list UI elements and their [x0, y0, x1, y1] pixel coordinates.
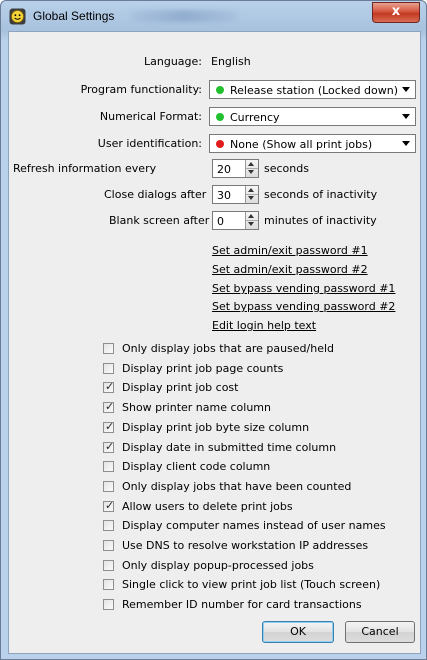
user-identification-select[interactable]: None (Show all print jobs) — [209, 134, 416, 153]
checkbox-label: Show printer name column — [122, 401, 271, 414]
checkbox[interactable]: ✓ — [103, 380, 115, 393]
set-bypass-password-1-link[interactable]: Set bypass vending password #1 — [212, 282, 395, 295]
numerical-format-value: Currency — [230, 111, 280, 124]
checkbox-label: Display date in submitted time column — [122, 441, 337, 454]
checkmark-icon: ✓ — [105, 400, 115, 413]
close-button[interactable]: x — [372, 2, 420, 23]
spinner-buttons[interactable] — [245, 212, 258, 229]
cancel-button[interactable]: Cancel — [345, 621, 415, 643]
chevron-down-icon — [402, 141, 410, 146]
refresh-unit: seconds — [264, 162, 309, 175]
close-dialogs-value: 30 — [217, 189, 231, 202]
spinner-buttons[interactable] — [245, 160, 258, 177]
language-row: Language: English — [9, 51, 420, 71]
program-functionality-label: Program functionality: — [80, 83, 202, 96]
user-identification-value: None (Show all print jobs) — [230, 138, 373, 151]
checkbox[interactable]: ✓ — [103, 420, 115, 433]
set-admin-password-1-link[interactable]: Set admin/exit password #1 — [212, 244, 368, 257]
checkbox[interactable] — [103, 343, 114, 354]
blank-screen-value: 0 — [217, 215, 224, 228]
checkbox-label: Display print job page counts — [122, 362, 284, 375]
user-identification-row: User identification: None (Show all prin… — [9, 133, 420, 153]
ok-button[interactable]: OK — [262, 621, 334, 643]
program-functionality-row: Program functionality: Release station (… — [9, 79, 420, 99]
checkbox-label: Display computer names instead of user n… — [122, 519, 386, 532]
checkbox-label: Remember ID number for card transactions — [122, 598, 362, 611]
checkbox-label: Display print job byte size column — [122, 421, 310, 434]
app-face-icon — [9, 8, 26, 25]
close-dialogs-unit: seconds of inactivity — [264, 188, 378, 201]
chevron-down-icon — [402, 114, 410, 119]
blank-screen-unit: minutes of inactivity — [264, 214, 377, 227]
checkbox[interactable] — [103, 599, 114, 610]
arrow-down-icon — [248, 170, 254, 174]
checkbox[interactable]: ✓ — [103, 400, 115, 413]
checkbox[interactable] — [103, 540, 114, 551]
numerical-format-select[interactable]: Currency — [209, 107, 416, 126]
chevron-down-icon — [402, 87, 410, 92]
checkmark-icon: ✓ — [105, 420, 115, 433]
program-functionality-value: Release station (Locked down) — [230, 84, 399, 97]
checkbox-label: Only display jobs that have been counted — [122, 480, 352, 493]
blank-screen-row: Blank screen after 0 minutes of inactivi… — [9, 210, 420, 230]
language-value: English — [211, 55, 251, 68]
program-functionality-select[interactable]: Release station (Locked down) — [209, 80, 416, 99]
checkbox-label: Allow users to delete print jobs — [122, 500, 293, 513]
checkbox-label: Only display popup-processed jobs — [122, 559, 314, 572]
status-dot-icon — [216, 86, 224, 94]
checkbox-label: Single click to view print job list (Tou… — [122, 578, 381, 591]
set-bypass-password-2-link[interactable]: Set bypass vending password #2 — [212, 300, 395, 313]
user-identification-label: User identification: — [97, 137, 202, 150]
refresh-label: Refresh information every — [13, 162, 157, 175]
settings-panel: Language: English Program functionality:… — [8, 31, 421, 654]
checkbox[interactable]: ✓ — [103, 499, 115, 512]
status-dot-icon — [216, 113, 224, 121]
spinner-buttons[interactable] — [245, 186, 258, 203]
global-settings-window: Global Settings x Language: English Prog… — [0, 0, 427, 660]
checkbox[interactable]: ✓ — [103, 440, 115, 453]
refresh-spinner[interactable]: 20 — [212, 159, 259, 178]
arrow-down-icon — [248, 222, 254, 226]
arrow-down-icon — [248, 196, 254, 200]
checkmark-icon: ✓ — [105, 380, 115, 393]
checkbox-label: Display print job cost — [122, 381, 239, 394]
close-dialogs-label: Close dialogs after — [104, 188, 207, 201]
checkbox[interactable] — [103, 363, 114, 374]
arrow-up-icon — [248, 188, 254, 192]
checkmark-icon: ✓ — [105, 499, 115, 512]
title-blurred-region — [129, 10, 239, 22]
blank-screen-spinner[interactable]: 0 — [212, 211, 259, 230]
checkbox-label: Only display jobs that are paused/held — [122, 342, 335, 355]
arrow-up-icon — [248, 162, 254, 166]
checkbox[interactable] — [103, 481, 114, 492]
blank-screen-label: Blank screen after — [109, 214, 210, 227]
checkbox[interactable] — [103, 461, 114, 472]
checkbox-label: Use DNS to resolve workstation IP addres… — [122, 539, 369, 552]
close-dialogs-spinner[interactable]: 30 — [212, 185, 259, 204]
numerical-format-label: Numerical Format: — [99, 110, 202, 123]
refresh-value: 20 — [217, 163, 231, 176]
numerical-format-row: Numerical Format: Currency — [9, 106, 420, 126]
title-bar[interactable]: Global Settings x — [1, 1, 426, 31]
language-label: Language: — [144, 55, 202, 68]
arrow-up-icon — [248, 214, 254, 218]
refresh-row: Refresh information every 20 seconds — [9, 158, 420, 178]
checkbox[interactable] — [103, 520, 114, 531]
checkbox-label: Display client code column — [122, 460, 271, 473]
edit-login-help-link[interactable]: Edit login help text — [212, 319, 316, 332]
status-dot-icon — [216, 140, 224, 148]
close-dialogs-row: Close dialogs after 30 seconds of inacti… — [9, 184, 420, 204]
checkmark-icon: ✓ — [105, 440, 115, 453]
set-admin-password-2-link[interactable]: Set admin/exit password #2 — [212, 263, 368, 276]
checkbox[interactable] — [103, 560, 114, 571]
checkbox[interactable] — [103, 579, 114, 590]
window-title: Global Settings — [33, 9, 115, 23]
